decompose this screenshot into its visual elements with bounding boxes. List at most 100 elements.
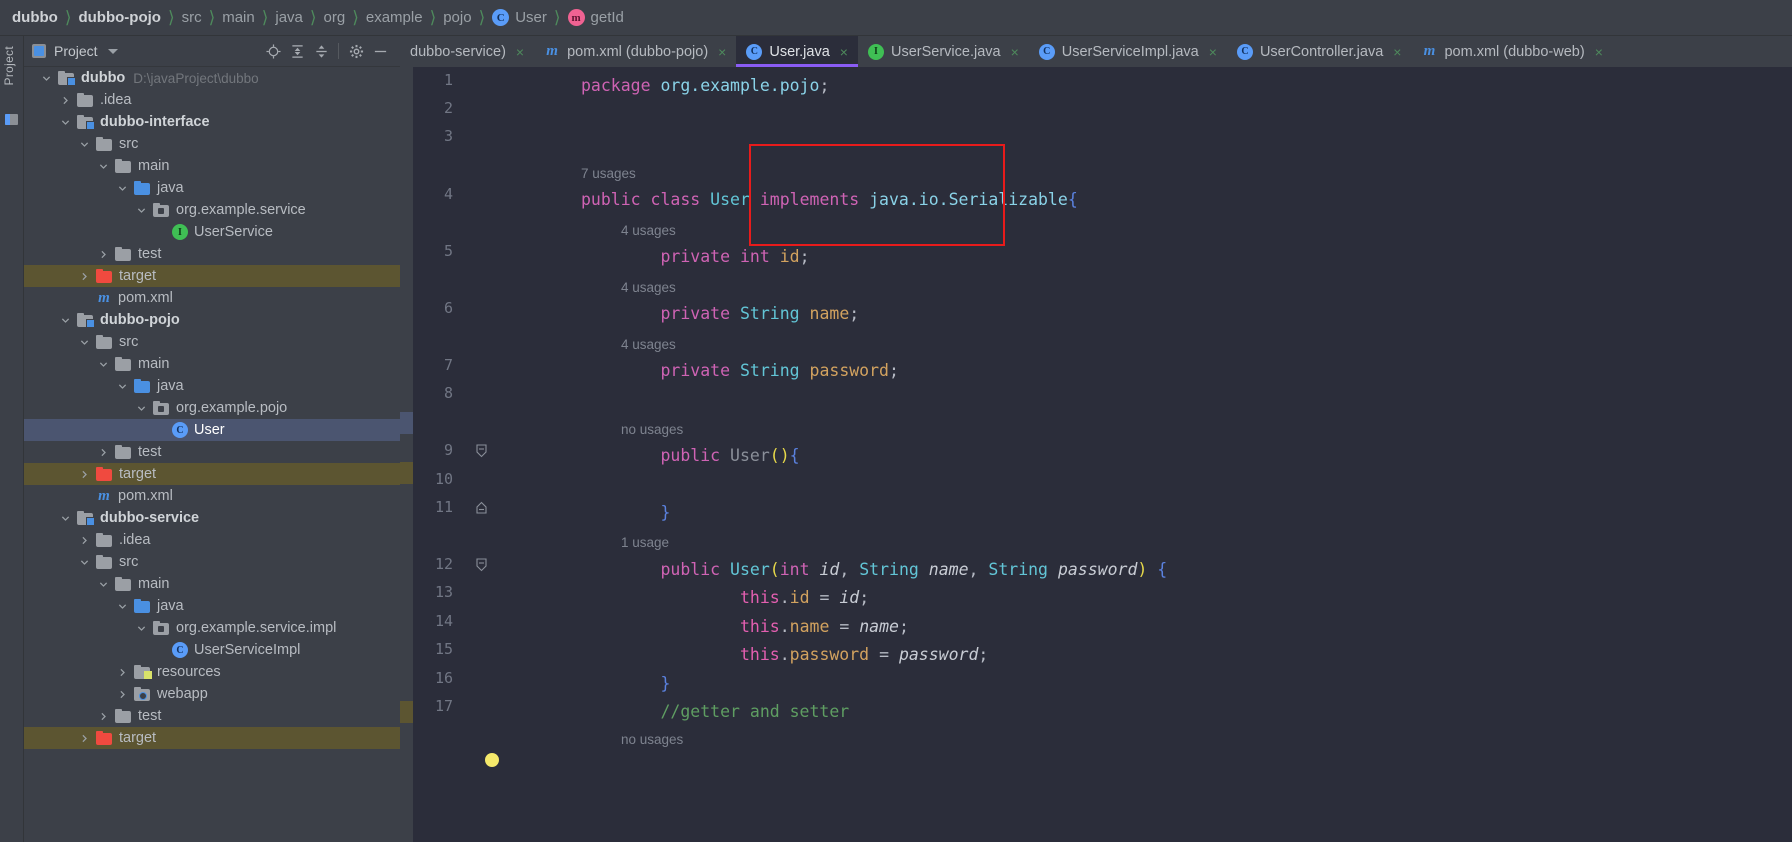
code-fold-down-icon[interactable] <box>475 437 488 464</box>
close-icon[interactable]: × <box>1209 44 1217 60</box>
tree-item-test[interactable]: test <box>24 705 400 727</box>
tree-item-main[interactable]: main <box>24 573 400 595</box>
tree-item-pom-xml[interactable]: m pom.xml <box>24 287 400 309</box>
chevron-right-icon[interactable] <box>95 246 111 262</box>
editor-code-pane[interactable]: 7 usages 4 usages 4 usages 4 usages no usage… <box>501 67 1792 842</box>
tree-item-target[interactable]: target <box>24 463 400 485</box>
breadcrumb-item-main[interactable]: main <box>222 9 255 26</box>
hide-panel-icon[interactable] <box>368 39 392 63</box>
chevron-down-icon[interactable] <box>76 554 92 570</box>
breadcrumb-item-getid[interactable]: m getId <box>567 9 624 26</box>
chevron-right-icon[interactable] <box>76 532 92 548</box>
code-line-11[interactable]: } <box>581 499 670 526</box>
code-line-1[interactable]: package org.example.pojo; <box>581 72 829 99</box>
tree-item-pom-xml[interactable]: m pom.xml <box>24 485 400 507</box>
breadcrumb-item-example[interactable]: example <box>366 9 423 26</box>
tree-item-org-example-service-impl[interactable]: org.example.service.impl <box>24 617 400 639</box>
editor-gutter[interactable]: 1 2 3 4 5 6 7 8 9 10 11 12 13 14 15 16 17 <box>413 67 501 842</box>
tree-item-dubbo[interactable]: dubbo D:\javaProject\dubbo <box>24 67 400 89</box>
usage-hint[interactable]: 4 usages <box>621 334 676 356</box>
usage-hint[interactable]: 1 usage <box>621 532 669 554</box>
tree-item-target[interactable]: target <box>24 727 400 749</box>
code-line-7[interactable]: private String password; <box>581 357 898 384</box>
chevron-down-icon[interactable] <box>76 136 92 152</box>
chevron-down-icon[interactable] <box>38 70 54 86</box>
tree-item-main[interactable]: main <box>24 155 400 177</box>
tree-item-userservice[interactable]: I UserService <box>24 221 400 243</box>
left-strip-project-label[interactable]: Project <box>2 46 16 85</box>
breadcrumb-item-dubbo[interactable]: dubbo <box>12 9 58 26</box>
chevron-down-icon[interactable] <box>107 48 118 54</box>
editor-tab-usercontroller-java[interactable]: C UserController.java × <box>1227 36 1412 67</box>
code-line-17[interactable]: //getter and setter <box>581 698 849 725</box>
breadcrumb-item-pojo[interactable]: pojo <box>443 9 471 26</box>
editor-tab-pom-xml-dubbo-pojo-[interactable]: m pom.xml (dubbo-pojo) × <box>534 36 736 67</box>
usage-hint[interactable]: 4 usages <box>621 220 676 242</box>
usage-hint[interactable]: 7 usages <box>581 163 636 185</box>
chevron-right-icon[interactable] <box>76 268 92 284</box>
tree-item-dubbo-interface[interactable]: dubbo-interface <box>24 111 400 133</box>
locate-icon[interactable] <box>261 39 285 63</box>
editor-tab-userserviceimpl-java[interactable]: C UserServiceImpl.java × <box>1029 36 1227 67</box>
tree-item-target[interactable]: target <box>24 265 400 287</box>
breadcrumb-item-src[interactable]: src <box>182 9 202 26</box>
chevron-right-icon[interactable] <box>114 664 130 680</box>
tree-item-dubbo-pojo[interactable]: dubbo-pojo <box>24 309 400 331</box>
tree-item--idea[interactable]: .idea <box>24 529 400 551</box>
chevron-down-icon[interactable] <box>114 378 130 394</box>
chevron-down-icon[interactable] <box>95 356 111 372</box>
gear-icon[interactable] <box>344 39 368 63</box>
tree-item-src[interactable]: src <box>24 551 400 573</box>
tree-item-test[interactable]: test <box>24 441 400 463</box>
tree-item-webapp[interactable]: webapp <box>24 683 400 705</box>
editor-tab-userservice-java[interactable]: I UserService.java × <box>858 36 1029 67</box>
close-icon[interactable]: × <box>1595 44 1603 60</box>
tree-item-org-example-service[interactable]: org.example.service <box>24 199 400 221</box>
chevron-right-icon[interactable] <box>57 92 73 108</box>
chevron-down-icon[interactable] <box>133 400 149 416</box>
breadcrumb-item-dubbo-pojo[interactable]: dubbo-pojo <box>78 9 160 26</box>
project-tree[interactable]: dubbo D:\javaProject\dubbo .idea dubbo-inte… <box>24 67 400 842</box>
chevron-down-icon[interactable] <box>57 312 73 328</box>
close-icon[interactable]: × <box>516 44 524 60</box>
code-line-4[interactable]: public class User implements java.io.Ser… <box>581 186 1078 213</box>
usage-hint[interactable]: no usages <box>621 419 683 441</box>
chevron-down-icon[interactable] <box>133 202 149 218</box>
chevron-down-icon[interactable] <box>114 180 130 196</box>
code-line-5[interactable]: private int id; <box>581 243 809 270</box>
chevron-down-icon[interactable] <box>95 576 111 592</box>
editor-tab-user-java[interactable]: C User.java × <box>736 36 858 67</box>
close-icon[interactable]: × <box>1011 44 1019 60</box>
code-editor[interactable]: 1 2 3 4 5 6 7 8 9 10 11 12 13 14 15 16 17 7 usages 4 usag… <box>400 67 1792 842</box>
breadcrumb-item-user[interactable]: C User <box>492 9 547 26</box>
code-line-12[interactable]: public User(int id, String name, String … <box>581 556 1167 583</box>
editor-tab-dubbo-service-[interactable]: dubbo-service) × <box>400 36 534 67</box>
intention-bulb-icon[interactable] <box>485 753 499 767</box>
chevron-down-icon[interactable] <box>95 158 111 174</box>
tree-item-java[interactable]: java <box>24 375 400 397</box>
code-line-9[interactable]: public User(){ <box>581 442 799 469</box>
code-line-13[interactable]: this.id = id; <box>581 584 869 611</box>
code-line-15[interactable]: this.password = password; <box>581 641 988 668</box>
usage-hint[interactable]: no usages <box>621 729 683 751</box>
code-fold-up-icon[interactable] <box>475 494 488 521</box>
tree-item--idea[interactable]: .idea <box>24 89 400 111</box>
code-line-16[interactable]: } <box>581 670 670 697</box>
chevron-down-icon[interactable] <box>76 334 92 350</box>
chevron-right-icon[interactable] <box>114 686 130 702</box>
tree-item-resources[interactable]: resources <box>24 661 400 683</box>
tree-item-userserviceimpl[interactable]: C UserServiceImpl <box>24 639 400 661</box>
tree-item-java[interactable]: java <box>24 177 400 199</box>
chevron-down-icon[interactable] <box>133 620 149 636</box>
tree-item-java[interactable]: java <box>24 595 400 617</box>
collapse-all-icon[interactable] <box>309 39 333 63</box>
close-icon[interactable]: × <box>840 44 848 60</box>
tree-item-org-example-pojo[interactable]: org.example.pojo <box>24 397 400 419</box>
tree-item-main[interactable]: main <box>24 353 400 375</box>
breadcrumb-item-java[interactable]: java <box>275 9 303 26</box>
code-fold-down-icon[interactable] <box>475 551 488 578</box>
tree-item-src[interactable]: src <box>24 133 400 155</box>
tree-item-user[interactable]: C User <box>24 419 400 441</box>
tree-item-test[interactable]: test <box>24 243 400 265</box>
breadcrumb-item-org[interactable]: org <box>324 9 346 26</box>
